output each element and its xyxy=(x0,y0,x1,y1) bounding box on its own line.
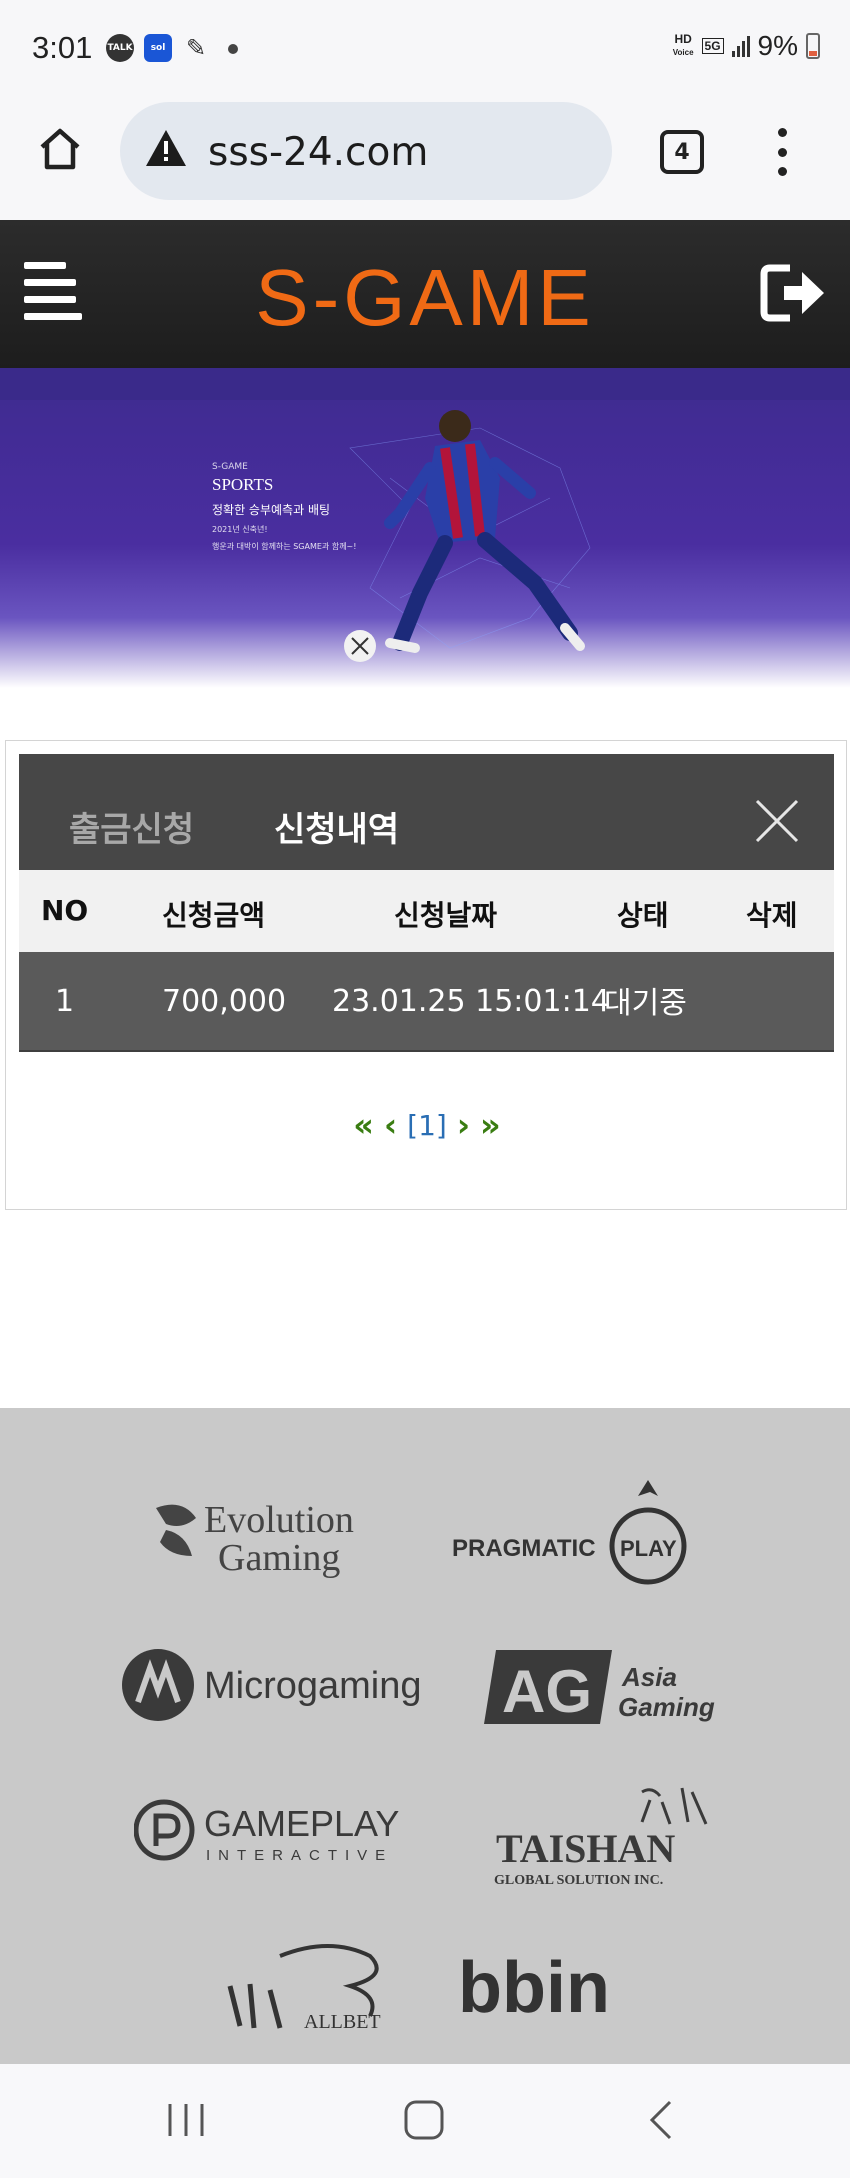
page-1-link[interactable]: [1] xyxy=(407,1109,447,1142)
bbin-text: bbin xyxy=(458,1954,610,2026)
hd-label: HD xyxy=(674,32,692,46)
bbin-logo: bbin xyxy=(458,1954,610,2026)
prag-text-1: PRAGMATIC xyxy=(452,1535,596,1562)
sports-banner[interactable]: S-GAME SPORTS 정확한 승부예측과 배팅 2021년 신축년! 행운… xyxy=(0,368,850,688)
withdrawal-panel: 출금신청 신청내역 NO 신청금액 신청날짜 상태 삭제 1 700,000 2… xyxy=(5,740,847,1210)
partner-logos: Evolution Gaming PRAGMATIC PLAY Microgam… xyxy=(0,1408,850,2064)
system-nav-bar xyxy=(0,2064,850,2178)
last-page-button[interactable]: » xyxy=(480,1106,501,1144)
tab-request-history[interactable]: 신청내역 xyxy=(274,802,399,851)
pagination: « ‹ [1] › » xyxy=(6,1106,848,1144)
table-row: 1 700,000 23.01.25 15:01:14 대기중 xyxy=(19,952,834,1052)
panel-header: 출금신청 신청내역 xyxy=(19,754,834,870)
network-5g-icon: 5G xyxy=(701,38,724,54)
allbet-text: ALLBET xyxy=(304,2011,381,2033)
browser-menu-icon[interactable] xyxy=(772,128,792,176)
pragmatic-play-logo: PRAGMATIC PLAY xyxy=(452,1480,687,1585)
home-nav-icon[interactable] xyxy=(402,2098,446,2142)
row-status: 대기중 xyxy=(604,986,687,1021)
site-logo[interactable]: S-GAME xyxy=(0,252,850,344)
url-text[interactable]: sss-24.com xyxy=(208,130,428,175)
allbet-logo: ALLBET xyxy=(227,1944,381,2033)
evo-text-2: Gaming xyxy=(218,1537,340,1579)
browser-toolbar: sss-24.com 4 xyxy=(0,100,850,220)
table-header: NO 신청금액 신청날짜 상태 삭제 xyxy=(19,870,834,952)
warning-icon[interactable] xyxy=(144,128,188,168)
col-header-amount: 신청금액 xyxy=(162,899,266,932)
signal-icon xyxy=(731,35,750,57)
taishan-logo: TAISHAN GLOBAL SOLUTION INC. xyxy=(494,1787,708,1888)
hd-voice-icon: HD Voice xyxy=(673,33,694,59)
first-page-button[interactable]: « xyxy=(353,1106,374,1144)
evo-text-1: Evolution xyxy=(204,1499,354,1541)
col-header-delete: 삭제 xyxy=(746,899,798,932)
recent-apps-icon[interactable] xyxy=(164,2100,208,2140)
dot-icon xyxy=(228,44,238,54)
microgaming-logo: Microgaming xyxy=(122,1649,422,1721)
col-header-status: 상태 xyxy=(617,899,669,932)
prev-page-button[interactable]: ‹ xyxy=(384,1106,397,1144)
home-icon[interactable] xyxy=(36,125,84,173)
gp-text-2: INTERACTIVE xyxy=(206,1847,393,1864)
ag-asia-gaming-logo: AG Asia Gaming xyxy=(484,1650,715,1725)
tab-withdraw-request[interactable]: 출금신청 xyxy=(69,802,194,851)
ag-text-3: Gaming xyxy=(618,1692,715,1722)
back-icon[interactable] xyxy=(646,2098,676,2142)
status-bar: 3:01 TALK sol ✎ HD Voice 5G 9% xyxy=(0,0,850,100)
battery-percent: 9% xyxy=(757,30,798,61)
next-page-button[interactable]: › xyxy=(457,1106,470,1144)
site-header: S-GAME xyxy=(0,220,850,368)
tab-switcher-button[interactable]: 4 xyxy=(660,130,704,174)
row-amount: 700,000 xyxy=(162,984,287,1019)
status-time: 3:01 xyxy=(32,30,93,65)
voice-label: Voice xyxy=(672,48,694,57)
logout-icon[interactable] xyxy=(760,262,828,324)
micro-text: Microgaming xyxy=(204,1665,422,1707)
battery-icon xyxy=(806,33,820,59)
gp-text-1: GAMEPLAY xyxy=(204,1803,399,1844)
prag-text-2: PLAY xyxy=(620,1536,677,1561)
pen-icon: ✎ xyxy=(185,34,207,62)
row-date: 23.01.25 15:01:14 xyxy=(332,984,610,1019)
ts-text-1: TAISHAN xyxy=(496,1826,675,1871)
ts-text-2: GLOBAL SOLUTION INC. xyxy=(494,1873,663,1888)
close-icon[interactable] xyxy=(754,798,800,844)
address-bar[interactable]: sss-24.com xyxy=(120,102,612,200)
col-header-no: NO xyxy=(41,894,89,927)
soccer-player-image xyxy=(344,410,591,662)
col-header-date: 신청날짜 xyxy=(394,899,498,932)
ag-text-2: Asia xyxy=(621,1662,677,1692)
row-no: 1 xyxy=(55,984,75,1019)
status-right-cluster: HD Voice 5G 9% xyxy=(673,30,820,62)
gameplay-interactive-logo: GAMEPLAY INTERACTIVE xyxy=(134,1799,399,1864)
sol-icon: sol xyxy=(144,34,172,62)
talk-icon: TALK xyxy=(106,34,134,62)
ag-text-1: AG xyxy=(502,1658,592,1725)
evolution-gaming-logo: Evolution Gaming xyxy=(156,1499,354,1579)
